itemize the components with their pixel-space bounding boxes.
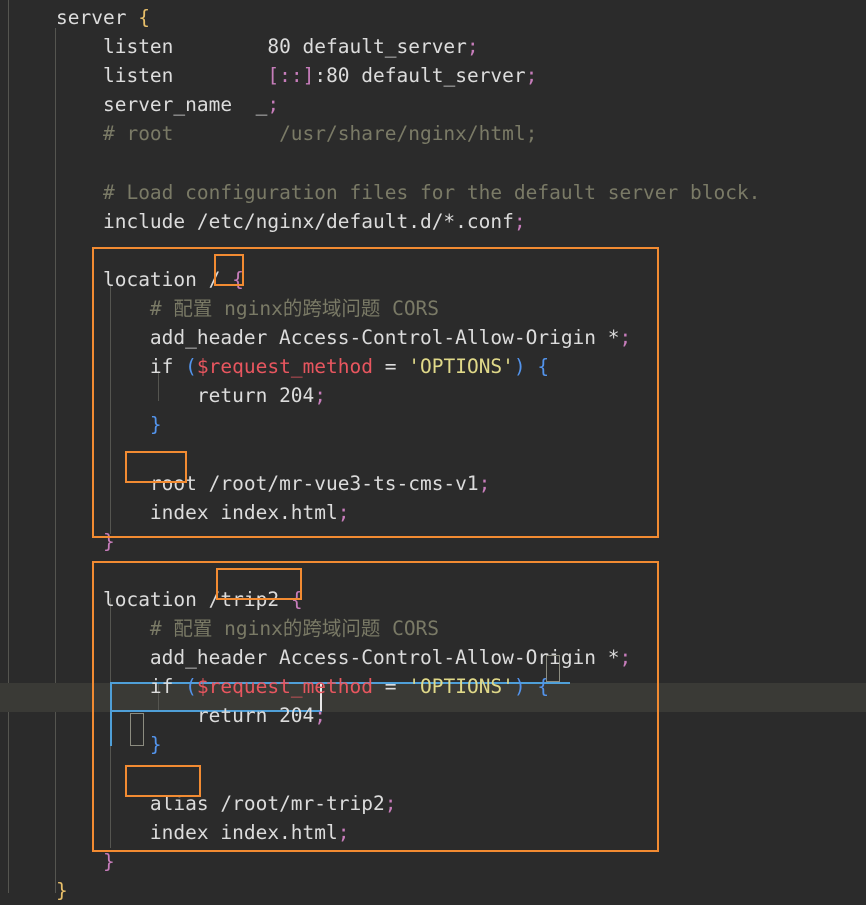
code-token: $request_method <box>196 675 374 699</box>
code-line[interactable]: index index.html; <box>0 498 866 527</box>
code-token: if <box>149 675 186 699</box>
code-token: $request_method <box>196 355 374 379</box>
code-token: add_header Access-Control-Allow-Origin * <box>149 326 620 350</box>
code-line[interactable]: root /root/mr-vue3-ts-cms-v1; <box>0 469 866 498</box>
code-token: include /etc/nginx/default.d/*.conf <box>102 209 514 233</box>
code-token: ; <box>513 209 526 233</box>
code-line[interactable]: # root /usr/share/nginx/html; <box>0 119 866 148</box>
code-line[interactable]: } <box>0 730 866 759</box>
code-line[interactable]: # 配置 nginx的跨域问题 CORS <box>0 294 866 323</box>
code-line[interactable]: listen 80 default_server; <box>0 32 866 61</box>
code-line[interactable] <box>0 556 866 585</box>
code-token: ; <box>337 820 350 844</box>
code-token: ; <box>525 64 538 88</box>
code-token: index index.html <box>149 820 338 844</box>
code-token: = <box>373 355 409 379</box>
code-token: /trip2 <box>208 587 280 611</box>
code-token: add_header Access-Control-Allow-Origin * <box>149 646 620 670</box>
code-token: return 204 <box>196 704 315 728</box>
code-token: ; <box>267 93 280 117</box>
code-line[interactable]: index index.html; <box>0 818 866 847</box>
code-token: ; <box>466 35 479 59</box>
code-token: alias <box>149 791 209 815</box>
code-line[interactable]: server_name _; <box>0 90 866 119</box>
code-line[interactable]: return 204; <box>0 701 866 730</box>
code-line[interactable]: if ($request_method = 'OPTIONS') { <box>0 352 866 381</box>
code-line[interactable] <box>0 439 866 468</box>
code-token: } <box>102 849 115 873</box>
code-token: server_name _ <box>102 93 268 117</box>
code-token: ] <box>302 64 315 88</box>
code-token: [ <box>267 64 280 88</box>
code-token: ) <box>513 675 526 699</box>
code-line[interactable]: server { <box>0 3 866 32</box>
code-token: { <box>232 267 244 291</box>
code-token: :: <box>279 64 303 88</box>
code-token: { <box>138 6 150 29</box>
code-line[interactable]: } <box>0 527 866 556</box>
code-token: { <box>537 355 550 379</box>
code-token: server <box>56 6 139 29</box>
code-token: # 配置 nginx的跨域问题 CORS <box>149 616 440 640</box>
code-token: } <box>149 733 162 757</box>
code-token: listen <box>102 64 268 88</box>
code-line[interactable] <box>0 236 866 265</box>
code-token: return 204 <box>196 384 315 408</box>
code-token: ; <box>619 646 632 670</box>
code-line[interactable]: } <box>0 410 866 439</box>
code-token: /root/mr-vue3-ts-cms-v1 <box>196 471 479 495</box>
code-line[interactable]: add_header Access-Control-Allow-Origin *… <box>0 643 866 672</box>
code-line[interactable]: location /trip2 { <box>0 585 866 614</box>
code-token: { <box>290 587 303 611</box>
code-line[interactable]: location / { <box>0 265 866 294</box>
code-line[interactable] <box>0 759 866 788</box>
code-token: = <box>373 675 409 699</box>
code-line[interactable] <box>0 148 866 177</box>
code-token: if <box>149 355 186 379</box>
code-token: { <box>537 675 550 699</box>
code-token: ) <box>513 355 526 379</box>
code-token: listen 80 default_server <box>102 35 467 59</box>
code-line[interactable]: } <box>0 876 866 905</box>
code-token: } <box>149 413 162 437</box>
code-text-layer[interactable]: server { listen 80 default_server; liste… <box>0 0 866 905</box>
code-editor[interactable]: server { listen 80 default_server; liste… <box>0 0 866 902</box>
code-token: ; <box>314 704 327 728</box>
code-token: ( <box>185 355 197 379</box>
code-line[interactable]: include /etc/nginx/default.d/*.conf; <box>0 207 866 236</box>
code-token: 'OPTIONS' <box>408 355 514 379</box>
code-token: / <box>208 267 221 291</box>
code-token: # 配置 nginx的跨域问题 CORS <box>149 296 440 320</box>
code-token: } <box>102 529 115 553</box>
code-token: ; <box>337 500 350 524</box>
code-token: index index.html <box>149 500 338 524</box>
code-token: location <box>102 587 209 611</box>
code-line[interactable]: # Load configuration files for the defau… <box>0 178 866 207</box>
code-token: location <box>102 267 209 291</box>
code-line[interactable]: listen [::]:80 default_server; <box>0 61 866 90</box>
code-token: root <box>149 471 197 495</box>
code-token: ( <box>185 675 197 699</box>
code-token: } <box>56 878 68 902</box>
code-token: ; <box>384 791 397 815</box>
code-line[interactable]: return 204; <box>0 381 866 410</box>
code-token: /root/mr-trip2 <box>208 791 385 815</box>
code-token: :80 default_server <box>314 64 526 88</box>
code-token: ; <box>314 384 327 408</box>
code-token: ; <box>478 471 491 495</box>
code-line[interactable]: } <box>0 847 866 876</box>
code-line[interactable]: if ($request_method = 'OPTIONS') { <box>0 672 866 701</box>
code-token: 'OPTIONS' <box>408 675 514 699</box>
code-line[interactable]: alias /root/mr-trip2; <box>0 789 866 818</box>
code-token: ; <box>619 326 632 350</box>
code-token: # root /usr/share/nginx/html; <box>102 122 538 146</box>
code-line[interactable]: add_header Access-Control-Allow-Origin *… <box>0 323 866 352</box>
code-token: # Load configuration files for the defau… <box>102 180 761 204</box>
code-line[interactable]: # 配置 nginx的跨域问题 CORS <box>0 614 866 643</box>
